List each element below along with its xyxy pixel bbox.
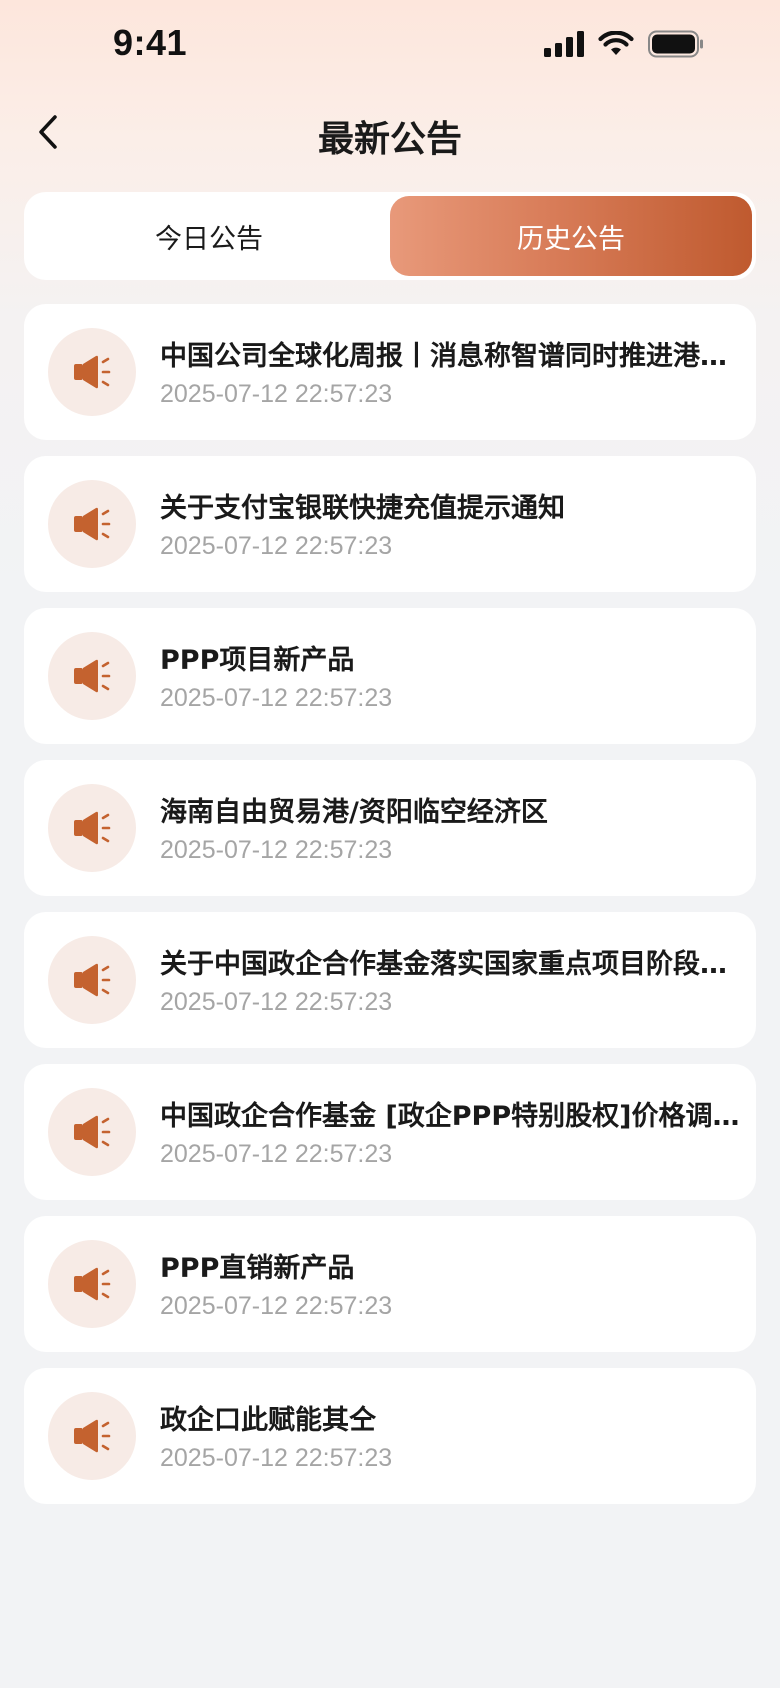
tab-history[interactable]: 历史公告 bbox=[390, 196, 752, 276]
announcement-time: 2025-07-12 22:57:23 bbox=[160, 1292, 393, 1320]
battery-icon bbox=[648, 30, 703, 58]
megaphone-icon-circle bbox=[48, 784, 136, 872]
status-icons bbox=[544, 30, 704, 58]
tab-bar: 今日公告 历史公告 bbox=[24, 192, 756, 280]
megaphone-icon bbox=[74, 659, 111, 693]
announcement-title: PPP项目新产品 bbox=[160, 645, 355, 676]
page-title: 最新公告 bbox=[317, 119, 462, 160]
megaphone-icon bbox=[74, 811, 111, 845]
megaphone-icon-circle bbox=[48, 480, 136, 568]
status-bar: 9:41 bbox=[0, 0, 780, 90]
list-item[interactable]: 政企口此赋能其仝 2025-07-12 22:57:23 bbox=[24, 1368, 756, 1504]
announcement-time: 2025-07-12 22:57:23 bbox=[160, 1444, 393, 1472]
megaphone-icon-circle bbox=[48, 632, 136, 720]
announcement-time: 2025-07-12 22:57:23 bbox=[160, 1140, 393, 1168]
list-item[interactable]: PPP项目新产品 2025-07-12 22:57:23 bbox=[24, 608, 756, 744]
nav-bar: 最新公告 bbox=[0, 90, 780, 174]
announcement-time: 2025-07-12 22:57:23 bbox=[160, 684, 393, 712]
list-item[interactable]: 中国公司全球化周报丨消息称智谱同时推进港股和A股上市 2025-07-12 22… bbox=[24, 304, 756, 440]
announcement-time: 2025-07-12 22:57:23 bbox=[160, 988, 393, 1016]
megaphone-icon-circle bbox=[48, 1088, 136, 1176]
announcement-title: 海南自由贸易港/资阳临空经济区 bbox=[160, 797, 548, 828]
signal-icon bbox=[544, 31, 584, 57]
announcement-list: 中国公司全球化周报丨消息称智谱同时推进港股和A股上市 2025-07-12 22… bbox=[24, 304, 756, 1520]
megaphone-icon bbox=[74, 1419, 111, 1453]
list-item[interactable]: 关于支付宝银联快捷充值提示通知 2025-07-12 22:57:23 bbox=[24, 456, 756, 592]
announcement-time: 2025-07-12 22:57:23 bbox=[160, 836, 393, 864]
announcement-title: 中国政企合作基金 [政企PPP特别股权]价格调整公告 bbox=[160, 1101, 740, 1132]
megaphone-icon bbox=[74, 963, 111, 997]
megaphone-icon bbox=[74, 1115, 111, 1149]
megaphone-icon-circle bbox=[48, 1392, 136, 1480]
announcement-title: PPP直销新产品 bbox=[160, 1253, 355, 1284]
list-item[interactable]: 中国政企合作基金 [政企PPP特别股权]价格调整公告 2025-07-12 22… bbox=[24, 1064, 756, 1200]
announcement-title: 中国公司全球化周报丨消息称智谱同时推进港股和A股上市 bbox=[160, 341, 740, 372]
megaphone-icon-circle bbox=[48, 328, 136, 416]
wifi-icon bbox=[598, 31, 634, 55]
announcement-title: 政企口此赋能其仝 bbox=[160, 1405, 376, 1436]
megaphone-icon-circle bbox=[48, 1240, 136, 1328]
status-time: 9:41 bbox=[113, 22, 188, 63]
announcement-time: 2025-07-12 22:57:23 bbox=[160, 532, 393, 560]
list-item[interactable]: PPP直销新产品 2025-07-12 22:57:23 bbox=[24, 1216, 756, 1352]
list-item[interactable]: 海南自由贸易港/资阳临空经济区 2025-07-12 22:57:23 bbox=[24, 760, 756, 896]
megaphone-icon bbox=[74, 355, 111, 389]
announcement-time: 2025-07-12 22:57:23 bbox=[160, 380, 393, 408]
megaphone-icon bbox=[74, 1267, 111, 1301]
announcement-title: 关于中国政企合作基金落实国家重点项目阶段性成果 bbox=[160, 949, 740, 980]
tab-today[interactable]: 今日公告 bbox=[28, 196, 390, 276]
megaphone-icon-circle bbox=[48, 936, 136, 1024]
list-item[interactable]: 关于中国政企合作基金落实国家重点项目阶段性成果 2025-07-12 22:57… bbox=[24, 912, 756, 1048]
announcement-title: 关于支付宝银联快捷充值提示通知 bbox=[160, 493, 565, 524]
megaphone-icon bbox=[74, 507, 111, 541]
